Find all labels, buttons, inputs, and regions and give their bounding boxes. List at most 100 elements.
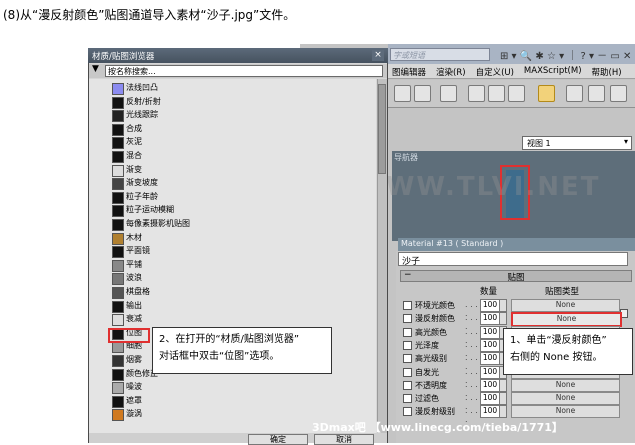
map-swatch-icon bbox=[112, 123, 124, 136]
map-swatch-icon bbox=[112, 287, 124, 299]
render-button[interactable] bbox=[610, 85, 627, 102]
max-topbar-icons: ⊞ ▾ 🔍 ✱ ☆ ▾ ｜ ? ▾ － ▭ ✕ bbox=[500, 51, 632, 62]
map-amount-field[interactable]: 100 bbox=[480, 325, 500, 339]
map-swatch-icon bbox=[112, 137, 124, 150]
amount-spinner[interactable] bbox=[499, 312, 507, 326]
bitmap-highlight bbox=[108, 328, 150, 343]
map-none-button[interactable]: None bbox=[511, 378, 620, 392]
browser-item-label: 粒子运动模糊 bbox=[126, 205, 174, 215]
menu-customize[interactable]: 自定义(U) bbox=[476, 66, 514, 78]
map-swatch-icon bbox=[112, 368, 124, 381]
map-enable-checkbox[interactable] bbox=[403, 367, 412, 377]
menu-maxscript[interactable]: MAXScript(M) bbox=[524, 66, 582, 76]
map-channel-row: 环境光颜色. . . . 100 None bbox=[403, 299, 633, 318]
browser-item-label: 衰减 bbox=[126, 314, 142, 324]
map-swatch-icon bbox=[112, 164, 124, 177]
map-swatch-icon bbox=[112, 409, 124, 422]
browser-item-label: 渐变坡度 bbox=[126, 178, 158, 188]
ok-button[interactable]: 确定 bbox=[248, 434, 308, 445]
map-enable-checkbox[interactable] bbox=[403, 394, 412, 404]
map-amount-field[interactable]: 100 bbox=[480, 365, 500, 379]
options-arrow-icon[interactable]: ▼ bbox=[92, 64, 99, 74]
map-enable-checkbox[interactable] bbox=[403, 301, 412, 310]
toolbar-button[interactable] bbox=[394, 85, 411, 102]
max-search-input[interactable]: 字或短语 bbox=[390, 48, 490, 61]
browser-list: 法线凹凸 反射/折射 光线跟踪 合成 灰泥 混合 渐变 渐变坡度 粒子年龄 粒子运动模糊 每像素摄影… bbox=[89, 79, 376, 433]
dialog-title: 材质/贴图浏览器 bbox=[88, 48, 388, 63]
map-none-button[interactable]: None bbox=[511, 392, 620, 406]
amount-spinner[interactable] bbox=[499, 392, 507, 406]
map-none-button[interactable]: None bbox=[511, 299, 620, 312]
browser-item-label: 遮罩 bbox=[126, 395, 142, 405]
map-channel-row: 过滤色. . . . 100 None bbox=[403, 392, 633, 411]
cancel-button[interactable]: 取消 bbox=[314, 434, 374, 445]
callout-step2-line1: 2、在打开的“材质/贴图浏览器” bbox=[159, 334, 300, 345]
map-channel-row: 漫反射颜色. . . . 100 None bbox=[403, 312, 633, 331]
map-swatch-icon bbox=[112, 219, 124, 231]
browser-item-label: 输出 bbox=[126, 300, 142, 310]
browser-item-label: 每像素摄影机贴图 bbox=[126, 219, 190, 228]
browser-search-input[interactable]: 按名称搜索... bbox=[105, 65, 383, 77]
browser-item-label: 光线跟踪 bbox=[126, 110, 158, 120]
browser-item-label: 反射/折射 bbox=[126, 96, 161, 106]
browser-item-label: 混合 bbox=[126, 151, 142, 160]
callout-step1: 1、单击“漫反射颜色” 右侧的 None 按钮。 bbox=[503, 328, 633, 375]
amount-spinner[interactable] bbox=[499, 299, 507, 312]
map-swatch-icon bbox=[112, 191, 124, 204]
map-swatch-icon bbox=[112, 83, 124, 95]
material-name-field[interactable]: 沙子 bbox=[398, 252, 628, 267]
maps-rollout-header[interactable]: 贴图 bbox=[400, 270, 632, 283]
map-enable-checkbox[interactable] bbox=[403, 340, 412, 350]
map-amount-field[interactable]: 100 bbox=[480, 338, 500, 352]
map-channel-row: 不透明度. . . . 100 None bbox=[403, 378, 633, 398]
map-enable-checkbox[interactable] bbox=[403, 354, 412, 364]
map-swatch-icon bbox=[112, 205, 124, 218]
map-enable-checkbox[interactable] bbox=[403, 327, 412, 337]
map-swatch-icon bbox=[112, 178, 124, 191]
map-amount-field[interactable]: 100 bbox=[480, 378, 500, 392]
amount-spinner[interactable] bbox=[499, 378, 507, 392]
menu-help[interactable]: 帮助(H) bbox=[592, 66, 622, 78]
map-swatch-icon bbox=[112, 355, 124, 367]
close-icon[interactable]: × bbox=[372, 50, 384, 61]
material-editor-button[interactable] bbox=[538, 85, 555, 102]
browser-item-label: 波浪 bbox=[126, 273, 142, 283]
map-swatch-icon bbox=[112, 300, 124, 313]
toolbar-button[interactable] bbox=[440, 85, 457, 102]
footer-text: 3Dmax吧 【www.linecg.com/tieba/1771】 bbox=[312, 421, 563, 434]
browser-item-label: 粒子年龄 bbox=[126, 191, 158, 201]
map-swatch-icon bbox=[112, 246, 124, 259]
scrollbar-thumb[interactable] bbox=[378, 84, 386, 174]
browser-item-label: 合成 bbox=[126, 123, 142, 133]
toolbar-button[interactable] bbox=[508, 85, 525, 102]
map-none-button[interactable]: None bbox=[511, 405, 620, 419]
map-swatch-icon bbox=[112, 232, 124, 245]
col-amount: 数量 bbox=[480, 287, 498, 297]
map-enable-checkbox[interactable] bbox=[403, 380, 412, 390]
map-amount-field[interactable]: 100 bbox=[480, 405, 500, 419]
view-select[interactable]: 视图 1 bbox=[522, 136, 632, 150]
toolbar-button[interactable] bbox=[414, 85, 431, 102]
browser-item-label: 平铺 bbox=[126, 259, 142, 269]
max-menu-bar: 图编辑器 渲染(R) 自定义(U) MAXScript(M) 帮助(H) bbox=[388, 64, 635, 79]
instruction-text: (8)从“漫反射颜色”贴图通道导入素材“沙子.jpg”文件。 bbox=[3, 8, 296, 22]
map-swatch-icon bbox=[112, 341, 124, 354]
menu-rendering[interactable]: 渲染(R) bbox=[436, 66, 466, 78]
map-swatch-icon bbox=[112, 151, 124, 163]
render-frame-button[interactable] bbox=[588, 85, 605, 102]
map-enable-checkbox[interactable] bbox=[403, 407, 412, 417]
map-enable-checkbox[interactable] bbox=[403, 314, 412, 324]
render-setup-button[interactable] bbox=[566, 85, 583, 102]
map-swatch-icon bbox=[112, 314, 124, 327]
map-amount-field[interactable]: 100 bbox=[480, 312, 500, 326]
callout-step2-line2: 对话框中双击“位图”选项。 bbox=[159, 351, 280, 362]
map-amount-field[interactable]: 100 bbox=[480, 352, 500, 366]
toolbar-button[interactable] bbox=[468, 85, 485, 102]
map-amount-field[interactable]: 100 bbox=[480, 299, 500, 312]
browser-item-label: 木材 bbox=[126, 232, 142, 242]
toolbar-button[interactable] bbox=[488, 85, 505, 102]
menu-graph-editors[interactable]: 图编辑器 bbox=[392, 66, 426, 78]
amount-spinner[interactable] bbox=[499, 405, 507, 419]
map-amount-field[interactable]: 100 bbox=[480, 392, 500, 406]
browser-item-label: 噪波 bbox=[126, 382, 142, 392]
